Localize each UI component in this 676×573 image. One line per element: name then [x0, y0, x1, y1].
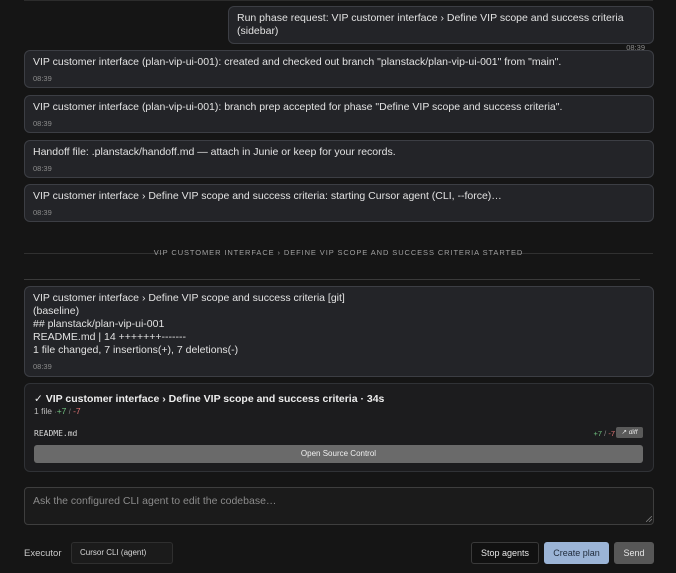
divider-label: VIP CUSTOMER INTERFACE › DEFINE VIP SCOP…: [153, 248, 524, 257]
phase-started-divider: VIP CUSTOMER INTERFACE › DEFINE VIP SCOP…: [24, 247, 653, 259]
git-status-message: VIP customer interface › Define VIP scop…: [24, 286, 654, 377]
resize-grip-icon[interactable]: [646, 516, 652, 522]
open-source-control-button[interactable]: Open Source Control: [34, 445, 643, 463]
git-line: README.md | 14 +++++++-------: [33, 331, 186, 343]
message-text: VIP customer interface (plan-vip-ui-001)…: [33, 101, 563, 113]
message-time: 08:39: [33, 362, 52, 371]
agent-result-card: ✓ VIP customer interface › Define VIP sc…: [24, 383, 654, 472]
system-message: VIP customer interface (plan-vip-ui-001)…: [24, 50, 654, 88]
system-message: VIP customer interface (plan-vip-ui-001)…: [24, 95, 654, 133]
message-text: VIP customer interface (plan-vip-ui-001)…: [33, 56, 562, 68]
git-line: 1 file changed, 7 insertions(+), 7 delet…: [33, 344, 239, 356]
top-divider: [24, 0, 653, 1]
result-summary: 1 file ·+7 / -7: [34, 406, 81, 416]
file-diff-stat: +7 / -7: [593, 429, 615, 438]
diff-button[interactable]: ↗ diff: [616, 427, 643, 438]
user-message: Run phase request: VIP customer interfac…: [228, 6, 654, 52]
stop-agents-button[interactable]: Stop agents: [471, 542, 539, 564]
message-text: Handoff file: .planstack/handoff.md — at…: [33, 146, 396, 158]
message-time: 08:39: [33, 208, 52, 217]
added-count: +7: [56, 406, 67, 416]
git-line: ## planstack/plan-vip-ui-001: [33, 318, 165, 330]
system-message: VIP customer interface › Define VIP scop…: [24, 184, 654, 222]
summary-separator: /: [68, 409, 71, 416]
send-button[interactable]: Send: [614, 542, 654, 564]
executor-label: Executor: [24, 548, 62, 559]
message-time: 08:39: [33, 119, 52, 128]
agent-prompt-input[interactable]: [24, 487, 654, 525]
message-time: 08:39: [33, 74, 52, 83]
create-plan-button[interactable]: Create plan: [544, 542, 609, 564]
file-stat-separator: /: [604, 429, 607, 438]
git-line: VIP customer interface › Define VIP scop…: [33, 292, 345, 304]
file-removed-count: -7: [608, 429, 615, 438]
removed-count: -7: [73, 406, 81, 416]
executor-select[interactable]: Cursor CLI (agent): [71, 542, 173, 564]
divider-underline: [24, 279, 640, 280]
message-time: 08:39: [33, 164, 52, 173]
system-message: Handoff file: .planstack/handoff.md — at…: [24, 140, 654, 178]
git-line: (baseline): [33, 305, 80, 317]
files-count: 1 file: [34, 406, 52, 416]
message-text: Run phase request: VIP customer interfac…: [237, 12, 624, 37]
file-added-count: +7: [593, 429, 603, 438]
result-title: ✓ VIP customer interface › Define VIP sc…: [34, 393, 385, 405]
changed-file-name[interactable]: README.md: [34, 429, 77, 438]
message-text: VIP customer interface › Define VIP scop…: [33, 190, 502, 202]
